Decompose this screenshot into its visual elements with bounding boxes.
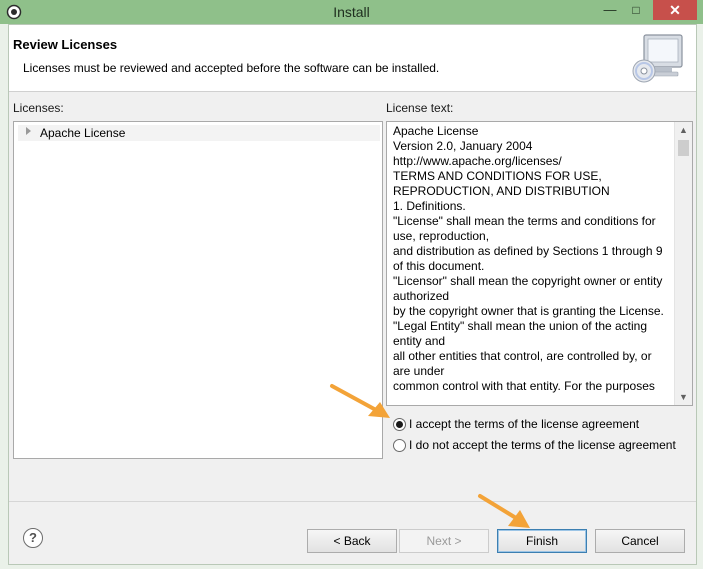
annotation-arrow-icon — [330, 384, 390, 418]
license-text-line: 1. Definitions. — [393, 199, 466, 213]
page-title: Review Licenses — [13, 37, 118, 52]
cancel-button[interactable]: Cancel — [595, 529, 685, 553]
license-text-line: Version 2.0, January 2004 — [393, 139, 533, 153]
license-text-content: Apache License Version 2.0, January 2004 h… — [393, 124, 668, 394]
license-text-line: authorized — [393, 289, 450, 303]
back-button[interactable]: < Back — [307, 529, 397, 553]
license-text-line: of this document. — [393, 259, 485, 273]
decline-radio-button[interactable] — [393, 439, 406, 452]
license-text-label: License text: — [386, 101, 454, 115]
tree-item-apache-license[interactable]: Apache License — [18, 125, 380, 141]
license-text-line: "License" shall mean the terms and condi… — [393, 214, 656, 228]
decline-label[interactable]: I do not accept the terms of the license… — [409, 438, 676, 452]
license-text-line: "Legal Entity" shall mean the union of t… — [393, 319, 648, 333]
tree-item-label: Apache License — [40, 126, 126, 140]
next-button[interactable]: Next > — [399, 529, 489, 553]
vertical-scrollbar[interactable]: ▲ ▼ — [674, 122, 692, 405]
minimize-button[interactable]: — — [597, 0, 623, 20]
accept-radio-button[interactable] — [393, 418, 406, 431]
maximize-button[interactable]: □ — [623, 0, 649, 20]
accept-label[interactable]: I accept the terms of the license agreem… — [409, 417, 639, 431]
wizard-banner: Review Licenses Licenses must be reviewe… — [9, 25, 696, 92]
licenses-label: Licenses: — [13, 101, 64, 115]
license-text-line: REPRODUCTION, AND DISTRIBUTION — [393, 184, 610, 198]
radio-selected-dot — [396, 421, 403, 428]
license-text-line: use, reproduction, — [393, 229, 490, 243]
license-text-line: and distribution as defined by Sections … — [393, 244, 663, 258]
finish-button[interactable]: Finish — [497, 529, 587, 553]
footer-divider — [9, 501, 696, 502]
license-text-line: all other entities that control, are con… — [393, 349, 652, 363]
license-text-line: common control with that entity. For the… — [393, 379, 655, 393]
license-text-area[interactable]: Apache License Version 2.0, January 2004 h… — [386, 121, 693, 406]
license-text-line: http://www.apache.org/licenses/ — [393, 154, 562, 168]
page-description: Licenses must be reviewed and accepted b… — [23, 61, 440, 75]
title-bar: Install — □ ✕ — [0, 0, 703, 24]
scroll-up-icon[interactable]: ▲ — [675, 122, 692, 138]
dialog-body: Review Licenses Licenses must be reviewe… — [8, 24, 697, 565]
close-button[interactable]: ✕ — [653, 0, 697, 20]
monitor-cd-icon — [632, 34, 683, 83]
scroll-down-icon[interactable]: ▼ — [675, 389, 692, 405]
expand-arrow-icon[interactable] — [26, 127, 31, 135]
license-text-line: are under — [393, 364, 445, 378]
license-text-line: "Licensor" shall mean the copyright owne… — [393, 274, 663, 288]
license-text-line: Apache License — [393, 124, 479, 138]
scroll-thumb[interactable] — [678, 140, 689, 156]
help-icon[interactable]: ? — [23, 528, 43, 548]
license-text-line: entity and — [393, 334, 446, 348]
annotation-arrow-icon — [478, 494, 530, 528]
license-text-line: by the copyright owner that is granting … — [393, 304, 664, 318]
license-text-line: TERMS AND CONDITIONS FOR USE, — [393, 169, 602, 183]
